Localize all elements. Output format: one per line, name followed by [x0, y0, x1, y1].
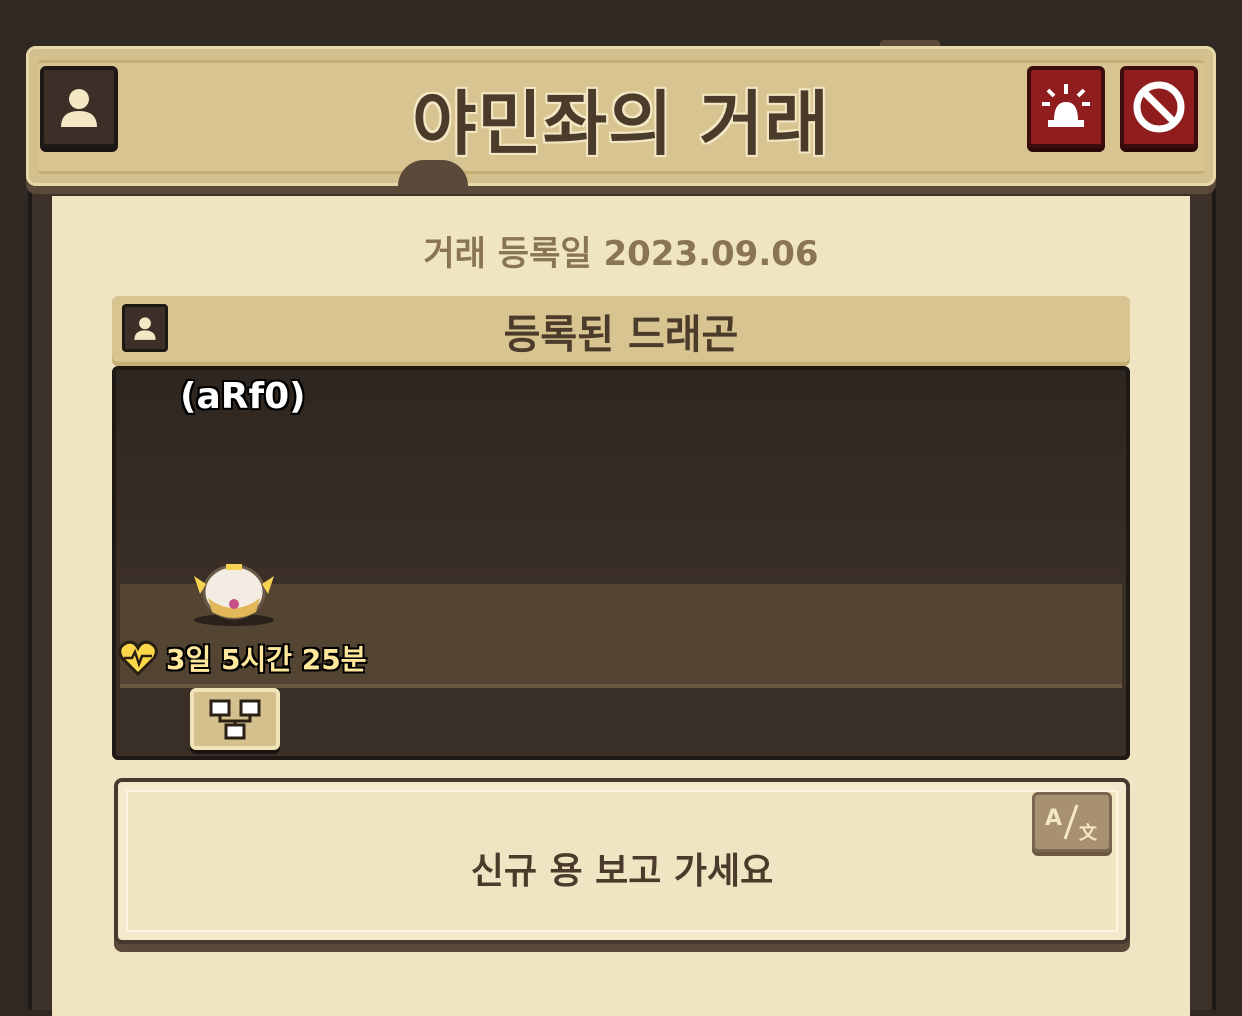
dragon-egg-sprite[interactable] — [186, 554, 282, 628]
section-title: 등록된 드래곤 — [503, 312, 739, 358]
translate-icon: A 文 — [1045, 804, 1098, 844]
trade-panel: 거래 등록일 2023.09.06 등록된 드래곤 (aRf0) 3일 5시간 … — [52, 196, 1190, 1016]
incubation-timer: 3일 5시간 25분 — [118, 638, 366, 678]
dragon-display: (aRf0) 3일 5시간 25분 — [112, 366, 1130, 760]
trade-message: 신규 용 보고 가세요 — [470, 851, 774, 892]
block-button[interactable] — [1120, 66, 1198, 148]
alarm-button[interactable] — [1027, 66, 1105, 148]
trade-message-box: 신규 용 보고 가세요 A 文 — [114, 778, 1130, 944]
svg-text:文: 文 — [1079, 822, 1098, 844]
family-tree-icon — [209, 699, 261, 740]
registration-date: 거래 등록일 2023.09.06 — [423, 234, 819, 274]
translate-button[interactable]: A 文 — [1032, 792, 1112, 852]
timer-text: 3일 5시간 25분 — [166, 643, 367, 676]
block-icon — [1133, 81, 1185, 133]
profile-icon — [61, 89, 97, 127]
dragon-section-header: 등록된 드래곤 — [112, 296, 1130, 362]
svg-text:A: A — [1045, 806, 1062, 831]
message-inner: 신규 용 보고 가세요 — [126, 790, 1118, 932]
heart-icon — [118, 640, 158, 676]
family-tree-button[interactable] — [190, 688, 280, 750]
profile-button[interactable] — [40, 66, 118, 148]
alarm-icon — [1042, 84, 1090, 127]
dragon-name: (aRf0) — [180, 376, 306, 417]
